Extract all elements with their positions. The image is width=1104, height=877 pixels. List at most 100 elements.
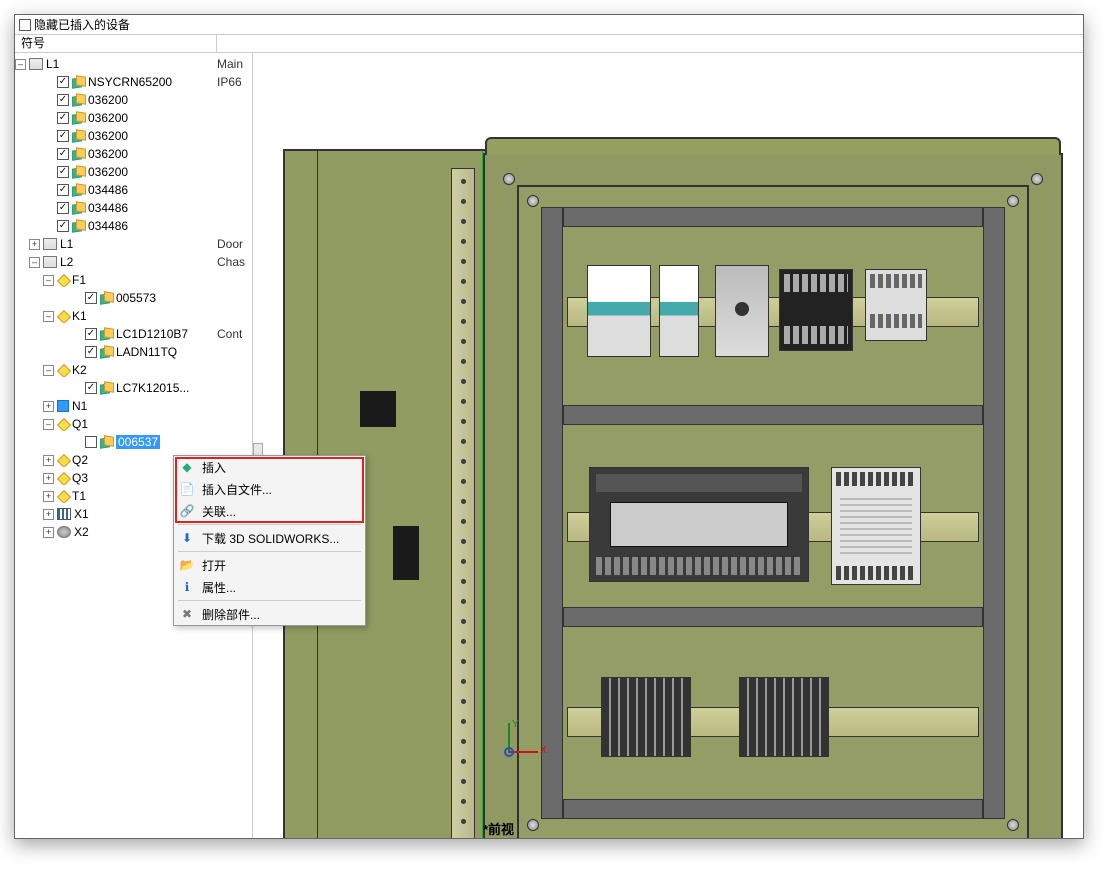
view-label: *前视 <box>483 819 514 838</box>
expand-icon[interactable]: + <box>43 491 54 502</box>
tree-node[interactable]: –L1Main <box>15 55 252 73</box>
expand-icon[interactable]: + <box>43 401 54 412</box>
cube-icon <box>71 130 85 142</box>
tree-node[interactable]: ✓036200 <box>15 109 252 127</box>
tree-checkbox[interactable]: ✓ <box>85 328 97 340</box>
tree-checkbox[interactable]: ✓ <box>57 184 69 196</box>
tree-node[interactable]: ✓ 036200 <box>15 91 252 109</box>
expand-icon[interactable]: – <box>43 365 54 376</box>
cube-icon <box>99 382 113 394</box>
vertical-din-rail <box>451 168 475 838</box>
expand-icon[interactable]: + <box>43 473 54 484</box>
bars-ico-icon <box>57 508 71 520</box>
tree-label: Q3 <box>72 471 88 485</box>
tree-checkbox[interactable]: ✓ <box>57 148 69 160</box>
tree-checkbox[interactable]: ✓ <box>85 382 97 394</box>
expand-icon[interactable]: – <box>43 419 54 430</box>
expand-icon[interactable]: – <box>43 311 54 322</box>
tree-node[interactable]: ✓ LC7K12015... <box>15 379 252 397</box>
cabinet-enclosure <box>483 153 1063 838</box>
tree-label: LC7K12015... <box>116 381 189 395</box>
tree-checkbox[interactable]: ✓ <box>85 346 97 358</box>
tree-label: NSYCRN65200 <box>88 75 172 89</box>
tree-node[interactable]: ✓NSYCRN65200IP66 <box>15 73 252 91</box>
motor-starter <box>715 265 769 357</box>
cube-icon <box>71 202 85 214</box>
expand-icon[interactable]: + <box>43 527 54 538</box>
expand-icon <box>71 383 82 394</box>
menu-delete-part[interactable]: ✖删除部件... <box>174 603 365 625</box>
col-description[interactable] <box>217 35 1083 52</box>
expand-icon <box>71 347 82 358</box>
power-supply <box>831 467 921 585</box>
tree-checkbox[interactable]: ✓ <box>57 202 69 214</box>
tree-label: L1 <box>60 237 73 251</box>
expand-icon[interactable]: + <box>29 239 40 250</box>
menu-insert[interactable]: ◆插入 <box>174 456 365 478</box>
tree-node[interactable]: ✓036200 <box>15 127 252 145</box>
tree-node[interactable]: +L1Door <box>15 235 252 253</box>
expand-icon <box>71 329 82 340</box>
tree-node[interactable]: +N1 <box>15 397 252 415</box>
diamond-icon <box>57 490 69 502</box>
expand-icon <box>43 95 54 106</box>
tree-node[interactable]: ✓034486 <box>15 181 252 199</box>
tree-node[interactable]: ✓034486 <box>15 199 252 217</box>
menu-insert-from-file[interactable]: 📄插入自文件... <box>174 478 365 500</box>
tree-node[interactable]: –K2 <box>15 361 252 379</box>
tree-node[interactable]: –K1 <box>15 307 252 325</box>
tree-checkbox[interactable]: ✓ <box>57 94 69 106</box>
expand-icon <box>71 293 82 304</box>
diamond-icon <box>57 418 69 430</box>
col-symbol[interactable]: 符号 <box>15 35 217 52</box>
loc-ico-icon <box>43 256 57 268</box>
tree-checkbox[interactable]: ✓ <box>57 76 69 88</box>
tree-node[interactable]: 006537 <box>15 433 252 451</box>
expand-icon[interactable]: + <box>43 455 54 466</box>
axis-triad: YX <box>498 723 548 773</box>
3d-viewport[interactable]: ⋮ <box>253 53 1083 838</box>
tree-checkbox[interactable]: ✓ <box>57 220 69 232</box>
tree-checkbox[interactable]: ✓ <box>57 130 69 142</box>
menu-properties[interactable]: ℹ属性... <box>174 576 365 598</box>
tree-label: X2 <box>74 525 89 539</box>
columns-header: 符号 <box>15 35 1083 53</box>
expand-icon <box>43 185 54 196</box>
tree-node[interactable]: ✓034486 <box>15 217 252 235</box>
expand-icon[interactable]: – <box>43 275 54 286</box>
tree-label: 036200 <box>88 93 128 107</box>
link-icon: 🔗 <box>178 503 196 519</box>
expand-icon <box>43 203 54 214</box>
info-icon: ℹ <box>178 579 196 595</box>
menu-open[interactable]: 📂打开 <box>174 554 365 576</box>
cube-icon <box>71 148 85 160</box>
hide-inserted-checkbox[interactable] <box>19 19 31 31</box>
tree-node[interactable]: –L2Chas <box>15 253 252 271</box>
tree-checkbox[interactable]: ✓ <box>57 166 69 178</box>
tree-label: 036200 <box>88 165 128 179</box>
cube-icon <box>99 328 113 340</box>
cube-icon <box>99 346 113 358</box>
tree-checkbox[interactable] <box>85 436 97 448</box>
tree-label: 005573 <box>116 291 156 305</box>
tree-node[interactable]: ✓LADN11TQ <box>15 343 252 361</box>
menu-associate[interactable]: 🔗关联... <box>174 500 365 522</box>
delete-icon: ✖ <box>178 606 196 622</box>
tree-node[interactable]: ✓LC1D1210B7Cont <box>15 325 252 343</box>
cube-icon <box>71 184 85 196</box>
tree-node[interactable]: ✓ 036200 <box>15 163 252 181</box>
tree-checkbox[interactable]: ✓ <box>57 112 69 124</box>
expand-icon <box>43 149 54 160</box>
tree-node[interactable]: –Q1 <box>15 415 252 433</box>
tree-node[interactable]: –F1 <box>15 271 252 289</box>
expand-icon[interactable]: + <box>43 509 54 520</box>
tree-label: L2 <box>60 255 73 269</box>
menu-download-solidworks[interactable]: ⬇下载 3D SOLIDWORKS... <box>174 527 365 549</box>
expand-icon[interactable]: – <box>15 59 26 70</box>
expand-icon[interactable]: – <box>29 257 40 268</box>
cube-icon <box>71 112 85 124</box>
tree-node[interactable]: ✓ 036200 <box>15 145 252 163</box>
tree-node[interactable]: ✓ 005573 <box>15 289 252 307</box>
tree-checkbox[interactable]: ✓ <box>85 292 97 304</box>
tree-label: 036200 <box>88 147 128 161</box>
